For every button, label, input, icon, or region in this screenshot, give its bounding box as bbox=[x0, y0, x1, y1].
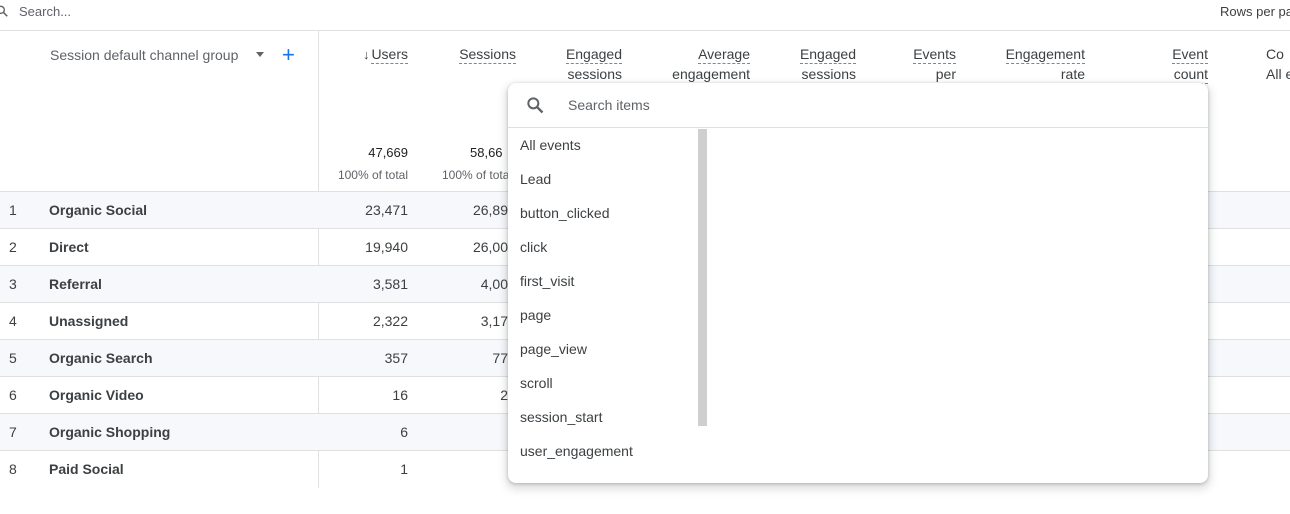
list-item[interactable]: All events bbox=[520, 137, 581, 153]
row-users: 6 bbox=[400, 424, 408, 440]
column-header-users[interactable]: ↓ Users bbox=[363, 44, 408, 65]
row-users: 1 bbox=[400, 461, 408, 477]
row-channel-name: Organic Video bbox=[49, 387, 144, 403]
row-users: 19,940 bbox=[365, 239, 408, 255]
event-list: All events Lead button_clicked click fir… bbox=[508, 127, 698, 483]
row-channel-name: Organic Social bbox=[49, 202, 148, 218]
column-header-conversions[interactable]: Co All e bbox=[1266, 44, 1290, 84]
row-channel-name: Referral bbox=[49, 276, 102, 292]
rows-per-page-label: Rows per pa bbox=[1220, 4, 1290, 19]
row-users: 3,581 bbox=[372, 276, 408, 292]
row-channel-name: Organic Shopping bbox=[49, 424, 171, 440]
row-sessions: 2 bbox=[500, 387, 508, 403]
list-item[interactable]: first_visit bbox=[520, 273, 574, 289]
row-sessions: 26,89 bbox=[472, 202, 508, 218]
column-header-engaged-sessions[interactable]: Engaged sessions bbox=[565, 44, 622, 84]
sort-arrow-down-icon: ↓ bbox=[362, 47, 370, 62]
list-item[interactable]: scroll bbox=[520, 375, 553, 391]
event-picker-popup: All events Lead button_clicked click fir… bbox=[508, 83, 1208, 483]
popup-search-row bbox=[508, 83, 1208, 128]
column-header-event-count[interactable]: Event count bbox=[1172, 44, 1208, 84]
row-users: 23,471 bbox=[365, 202, 408, 218]
row-channel-name: Paid Social bbox=[49, 461, 124, 477]
list-item[interactable]: user_engagement bbox=[520, 443, 633, 459]
column-header-events-per[interactable]: Events per bbox=[913, 44, 956, 84]
row-sessions: 3,17 bbox=[480, 313, 508, 329]
list-item[interactable]: Lead bbox=[520, 171, 551, 187]
list-item[interactable]: session_start bbox=[520, 409, 602, 425]
column-header-engaged-sessions-2[interactable]: Engaged sessions bbox=[799, 44, 856, 84]
add-dimension-button[interactable]: + bbox=[282, 42, 295, 68]
row-sessions: 4,00 bbox=[480, 276, 508, 292]
list-item[interactable]: button_clicked bbox=[520, 205, 610, 221]
total-users: 47,669 bbox=[368, 145, 408, 160]
row-channel-name: Organic Search bbox=[49, 350, 153, 366]
table-search-input[interactable]: Search... bbox=[19, 4, 71, 19]
table-search-bar: Search... Rows per pa bbox=[0, 0, 1290, 31]
column-header-average-engagement[interactable]: Average engagement bbox=[672, 44, 750, 84]
total-sessions: 58,66 bbox=[470, 145, 503, 160]
column-header-sessions[interactable]: Sessions bbox=[459, 44, 516, 64]
search-items-input[interactable] bbox=[566, 91, 1168, 119]
row-users: 2,322 bbox=[372, 313, 408, 329]
row-users: 357 bbox=[384, 350, 408, 366]
total-users-percent: 100% of total bbox=[337, 168, 408, 182]
list-item[interactable]: click bbox=[520, 239, 547, 255]
column-header-engagement-rate[interactable]: Engagement rate bbox=[1005, 44, 1085, 84]
search-icon[interactable] bbox=[0, 4, 9, 18]
list-item[interactable]: page bbox=[520, 307, 551, 323]
row-sessions: 26,00 bbox=[472, 239, 508, 255]
row-channel-name: Unassigned bbox=[49, 313, 129, 329]
list-scrollbar[interactable] bbox=[698, 129, 707, 426]
search-icon bbox=[527, 97, 544, 114]
row-users: 16 bbox=[392, 387, 408, 403]
dimension-selector[interactable]: Session default channel group bbox=[50, 47, 238, 63]
list-item[interactable]: page_view bbox=[520, 341, 587, 357]
chevron-down-icon[interactable] bbox=[256, 52, 264, 57]
row-channel-name: Direct bbox=[49, 239, 89, 255]
row-sessions: 77 bbox=[492, 350, 508, 366]
total-sessions-percent: 100% of tota bbox=[442, 168, 510, 182]
